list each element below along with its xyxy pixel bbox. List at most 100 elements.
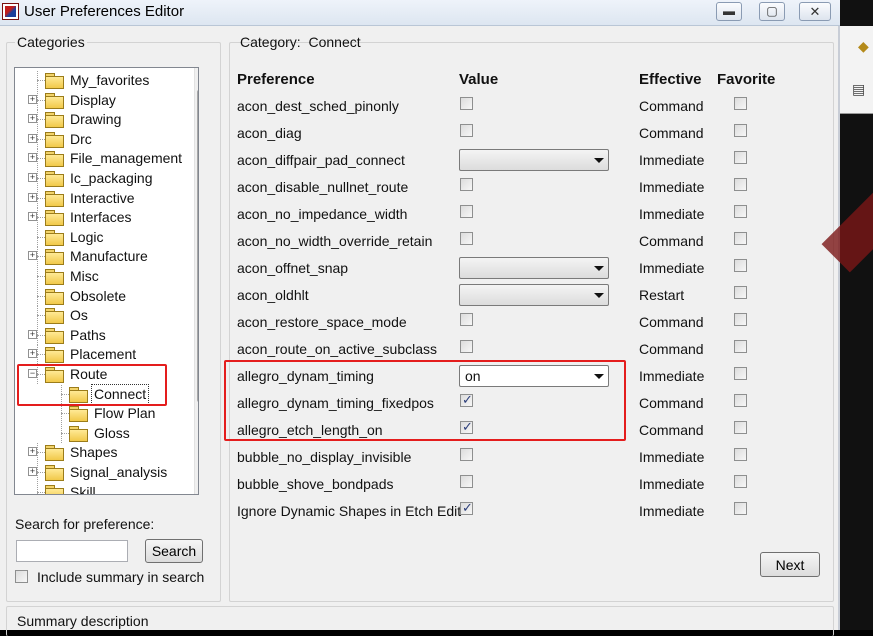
close-button[interactable]: ✕ (799, 2, 831, 21)
folder-icon (45, 327, 64, 344)
tree-item-interactive[interactable]: + Interactive (15, 188, 193, 208)
value-dropdown[interactable] (459, 149, 609, 171)
favorite-checkbox[interactable] (734, 124, 747, 137)
folder-icon (45, 92, 64, 109)
tree-item-skill[interactable]: Skill (15, 482, 193, 494)
tree-item-misc[interactable]: Misc (15, 267, 193, 286)
favorite-checkbox[interactable] (734, 313, 747, 326)
effective-value: Immediate (639, 152, 705, 168)
favorite-checkbox[interactable] (734, 367, 747, 380)
value-checkbox[interactable] (460, 232, 473, 245)
expand-icon[interactable]: + (28, 153, 37, 163)
search-button[interactable]: Search (145, 539, 203, 563)
value-checkbox[interactable] (460, 124, 473, 137)
tree-line (37, 99, 45, 101)
value-checkbox[interactable] (460, 178, 473, 191)
favorite-checkbox[interactable] (734, 205, 747, 218)
expand-icon[interactable]: + (28, 212, 37, 222)
favorite-checkbox[interactable] (734, 151, 747, 164)
tree-item-label: Drawing (70, 111, 122, 128)
expand-icon[interactable]: + (28, 251, 37, 261)
tree-line (61, 413, 69, 415)
tree-item-os[interactable]: Os (15, 306, 193, 326)
effective-value: Command (639, 395, 704, 411)
tree-item-gloss[interactable]: Gloss (15, 423, 193, 443)
value-checkbox[interactable] (460, 205, 473, 218)
tree-item-flow-plan[interactable]: Flow Plan (15, 404, 193, 424)
tree-item-label: Gloss (94, 424, 130, 441)
expand-icon[interactable]: + (28, 467, 37, 476)
expand-icon[interactable]: + (28, 349, 37, 359)
tree-item-signal-analysis[interactable]: + Signal_analysis (15, 463, 193, 482)
favorite-checkbox[interactable] (734, 340, 747, 353)
scroll-thumb[interactable] (197, 90, 198, 402)
tree-item-manufacture[interactable]: + Manufacture (15, 247, 193, 267)
favorite-checkbox[interactable] (734, 232, 747, 245)
scroll-up-arrow-icon[interactable]: ▲ (195, 69, 198, 86)
folder-icon (45, 288, 64, 305)
expand-icon[interactable]: + (28, 133, 37, 143)
preference-name: acon_offnet_snap (237, 260, 349, 276)
value-checkbox[interactable] (460, 340, 473, 353)
search-label: Search for preference: (15, 516, 155, 532)
folder-icon (69, 425, 88, 442)
favorite-checkbox[interactable] (734, 286, 747, 299)
favorite-checkbox[interactable] (734, 502, 747, 515)
column-favorite: Favorite (717, 71, 776, 88)
favorite-checkbox[interactable] (734, 421, 747, 434)
expand-icon[interactable]: + (28, 447, 37, 457)
favorite-checkbox[interactable] (734, 448, 747, 461)
tree-item-interfaces[interactable]: + Interfaces (15, 208, 193, 228)
effective-value: Command (639, 314, 704, 330)
value-checkbox[interactable] (460, 97, 473, 110)
folder-icon (69, 406, 88, 423)
tree-line (37, 276, 45, 277)
scroll-down-arrow-icon[interactable]: ▼ (195, 475, 198, 492)
expand-icon[interactable]: + (28, 173, 37, 182)
folder-icon (45, 190, 64, 207)
tree-item-paths[interactable]: + Paths (15, 325, 193, 345)
tree-item-ic-packaging[interactable]: + Ic_packaging (15, 169, 193, 188)
next-button[interactable]: Next (760, 552, 820, 577)
category-tree[interactable]: Skill + Signal_analysis + Shapes Gloss Flow Pl… (14, 67, 199, 495)
value-checkbox[interactable] (460, 448, 473, 461)
value-checkbox[interactable] (460, 500, 473, 516)
tree-line (37, 197, 45, 199)
include-summary-checkbox[interactable] (15, 570, 28, 583)
effective-value: Command (639, 422, 704, 438)
tree-scrollbar[interactable]: ▲ ▼ (194, 68, 198, 494)
tree-item-drawing[interactable]: + Drawing (15, 110, 193, 130)
maximize-button[interactable]: ▢ (759, 2, 785, 21)
tree-line (37, 354, 45, 356)
tree-item-display[interactable]: + Display (15, 90, 193, 110)
diamond-icon: ◆ (858, 38, 869, 54)
favorite-checkbox[interactable] (734, 394, 747, 407)
search-input[interactable] (16, 540, 128, 562)
value-dropdown[interactable] (459, 257, 609, 279)
tree-item-label: Paths (70, 326, 106, 343)
tree-item-shapes[interactable]: + Shapes (15, 443, 193, 463)
expand-icon[interactable]: + (28, 114, 37, 124)
tree-item-logic[interactable]: Logic (15, 227, 193, 247)
favorite-checkbox[interactable] (734, 97, 747, 110)
tree-line (37, 138, 45, 140)
tree-item-obsolete[interactable]: Obsolete (15, 286, 193, 306)
value-checkbox[interactable] (460, 313, 473, 326)
expand-icon[interactable]: + (28, 192, 37, 202)
preference-name: acon_dest_sched_pinonly (237, 98, 399, 114)
tree-item-label: Drc (70, 130, 92, 147)
minimize-button[interactable]: ▬ (716, 2, 742, 21)
value-checkbox[interactable] (460, 475, 473, 488)
preference-name: acon_disable_nullnet_route (237, 179, 409, 195)
tree-item-placement[interactable]: + Placement (15, 345, 193, 365)
favorite-checkbox[interactable] (734, 259, 747, 272)
favorite-checkbox[interactable] (734, 178, 747, 191)
title-bar[interactable]: User Preferences Editor ▬ ▢ ✕ (0, 0, 840, 26)
tree-item-my-favorites[interactable]: My_favorites (15, 71, 193, 90)
expand-icon[interactable]: + (28, 329, 37, 339)
expand-icon[interactable]: + (28, 94, 37, 104)
favorite-checkbox[interactable] (734, 475, 747, 488)
tree-item-file-management[interactable]: + File_management (15, 149, 193, 169)
tree-item-drc[interactable]: + Drc (15, 129, 193, 149)
value-dropdown[interactable] (459, 284, 609, 306)
